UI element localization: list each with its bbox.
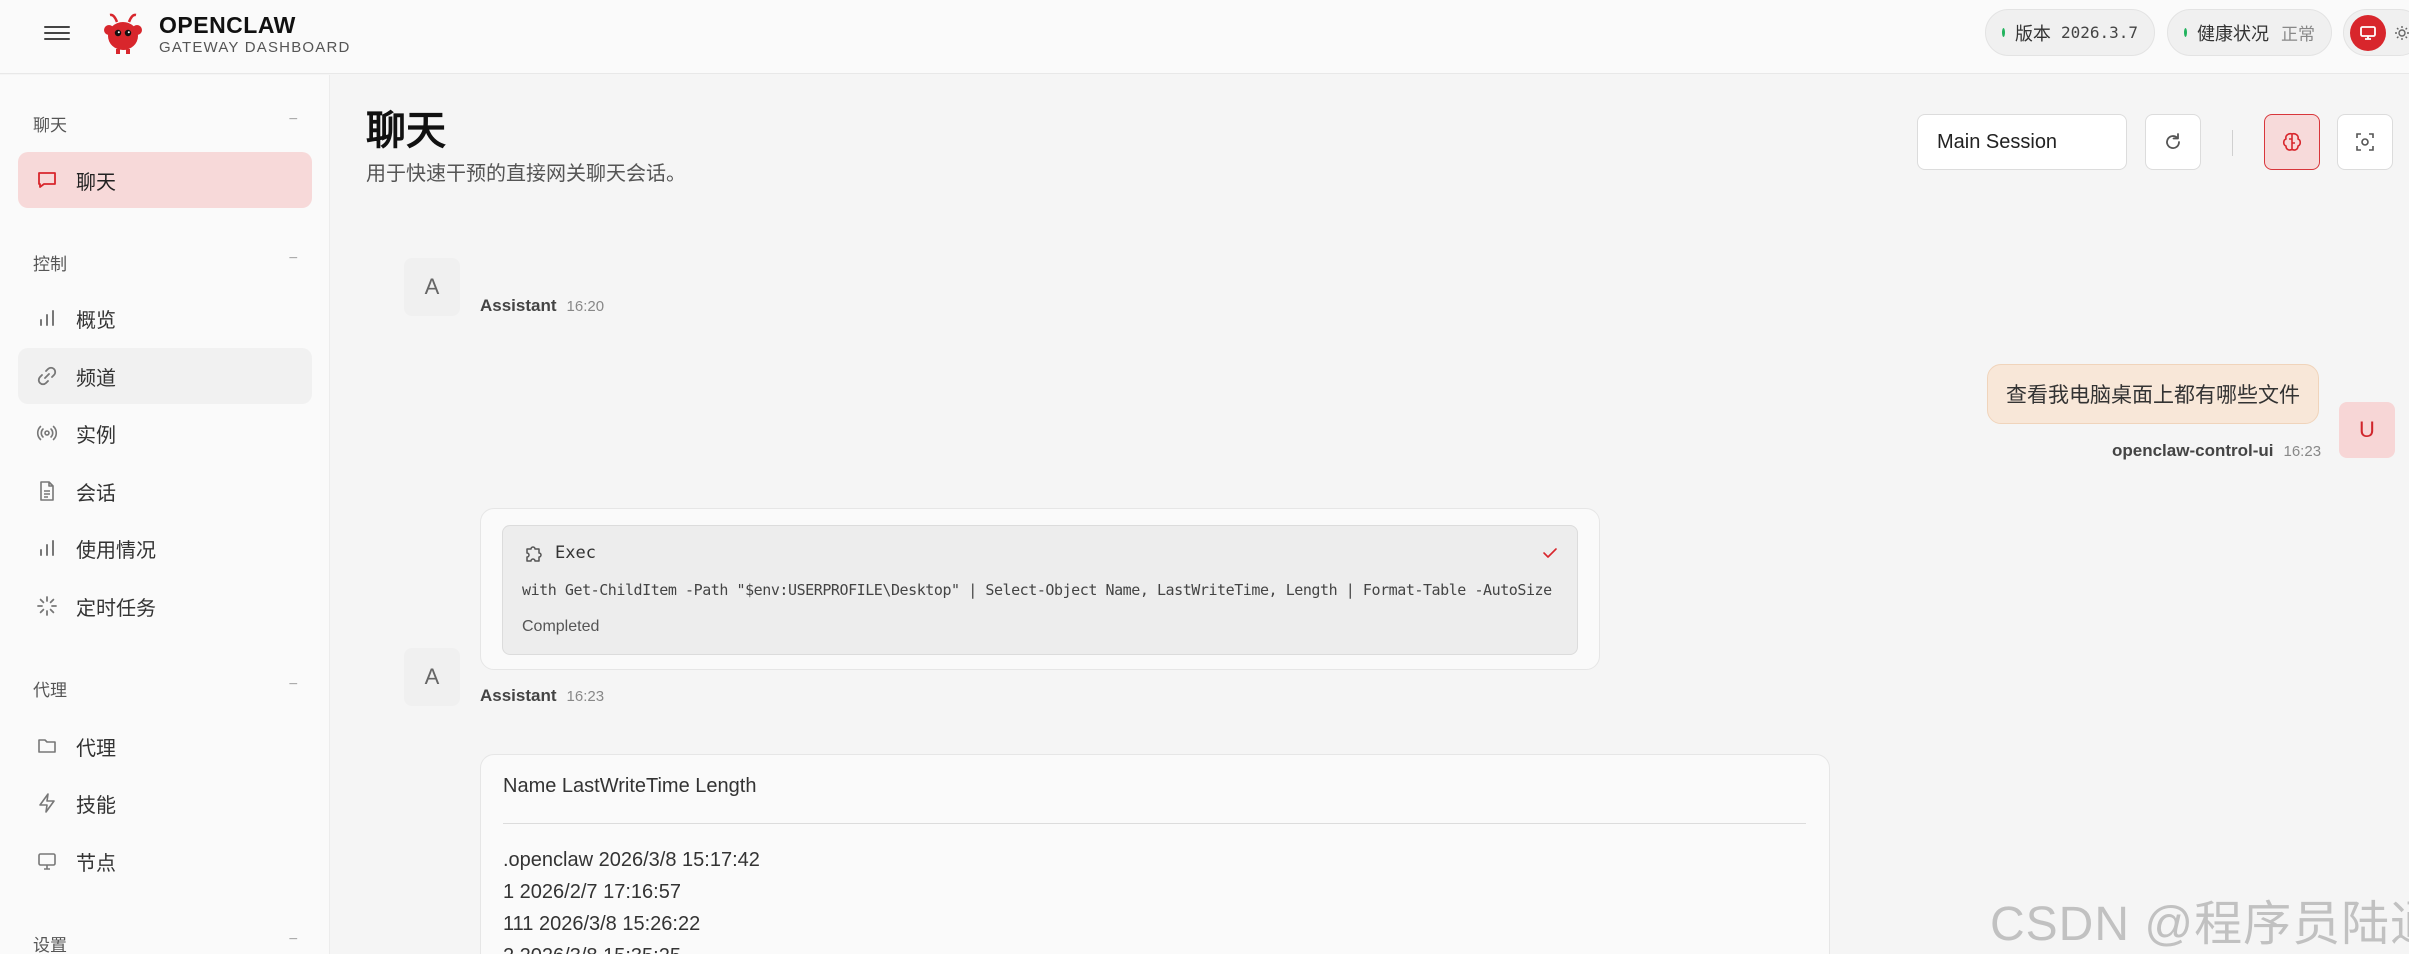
brand-name: OPENCLAW bbox=[159, 12, 296, 38]
message-author: Assistant bbox=[480, 296, 557, 315]
sidebar-item-sessions[interactable]: 会话 bbox=[18, 463, 312, 519]
bar-chart-icon bbox=[34, 535, 60, 561]
refresh-button[interactable] bbox=[2145, 114, 2201, 170]
sidebar-item-nodes[interactable]: 节点 bbox=[18, 833, 312, 889]
collapse-toggle[interactable]: − bbox=[289, 111, 298, 129]
sidebar-item-label: 会话 bbox=[76, 482, 116, 505]
message-time: 16:23 bbox=[2283, 443, 2322, 460]
sidebar-item-label: 节点 bbox=[76, 852, 116, 875]
focus-frame-icon bbox=[2356, 133, 2374, 151]
message-meta: Assistant 16:23 bbox=[480, 686, 604, 706]
sidebar-item-label: 概览 bbox=[76, 309, 116, 332]
health-pill: 健康状况 正常 bbox=[2167, 9, 2332, 56]
version-value: 2026.3.7 bbox=[2060, 23, 2138, 42]
result-divider bbox=[503, 823, 1806, 824]
section-title-chat: 聊天 − bbox=[33, 111, 298, 135]
result-row: 2 2026/3/8 15:35:25 bbox=[503, 945, 681, 954]
collapse-toggle[interactable]: − bbox=[289, 931, 298, 949]
sidebar-item-label: 聊天 bbox=[76, 171, 116, 194]
sidebar-item-agents[interactable]: 代理 bbox=[18, 718, 312, 774]
status-dot-icon bbox=[2184, 28, 2187, 37]
sidebar-item-instances[interactable]: 实例 bbox=[18, 405, 312, 461]
watermark: CSDN @程序员陆通 bbox=[1990, 898, 2409, 951]
collapse-toggle[interactable]: − bbox=[289, 676, 298, 694]
thinking-toggle-button[interactable] bbox=[2264, 114, 2320, 170]
assistant-result-card: Name LastWriteTime Length .openclaw 2026… bbox=[480, 754, 1830, 954]
page-subtitle: 用于快速干预的直接网关聊天会话。 bbox=[366, 163, 686, 185]
section-title-control: 控制 − bbox=[33, 250, 298, 274]
link-icon bbox=[34, 363, 60, 389]
section-title-settings: 设置 − bbox=[33, 931, 298, 954]
spinner-icon bbox=[34, 593, 60, 619]
sidebar-item-label: 使用情况 bbox=[76, 539, 156, 562]
result-row: .openclaw 2026/3/8 15:17:42 bbox=[503, 849, 760, 871]
brain-icon bbox=[2282, 132, 2302, 151]
tool-command: with Get-ChildItem -Path "$env:USERPROFI… bbox=[522, 581, 1552, 599]
sidebar-item-skills[interactable]: 技能 bbox=[18, 775, 312, 831]
monitor-alert-icon[interactable] bbox=[2350, 14, 2386, 51]
health-value: 正常 bbox=[2281, 25, 2315, 44]
health-label: 健康状况 bbox=[2197, 23, 2269, 44]
folder-icon bbox=[34, 733, 60, 759]
result-row: 111 2026/3/8 15:26:22 bbox=[503, 913, 701, 935]
chat-bubble-icon bbox=[34, 167, 60, 193]
monitor-icon bbox=[34, 848, 60, 874]
focus-mode-button[interactable] bbox=[2337, 114, 2393, 170]
puzzle-icon bbox=[526, 546, 542, 562]
message-time: 16:23 bbox=[566, 688, 605, 705]
version-label: 版本 bbox=[2014, 23, 2051, 44]
sidebar-item-chat[interactable]: 聊天 bbox=[18, 152, 312, 208]
result-table-header: Name LastWriteTime Length bbox=[503, 775, 757, 797]
message-meta: Assistant 16:20 bbox=[480, 296, 604, 316]
check-icon bbox=[1543, 548, 1557, 558]
notification-pill[interactable] bbox=[2343, 9, 2409, 56]
sidebar-item-label: 技能 bbox=[76, 794, 116, 817]
sidebar-item-channels[interactable]: 频道 bbox=[18, 348, 312, 404]
sun-icon[interactable] bbox=[2394, 25, 2409, 41]
sidebar-item-label: 代理 bbox=[76, 737, 116, 760]
sidebar-item-label: 频道 bbox=[76, 367, 116, 390]
hamburger-menu-icon[interactable] bbox=[44, 22, 70, 48]
top-bar: OPENCLAW GATEWAY DASHBOARD 版本 2026.3.7 健… bbox=[0, 0, 2409, 74]
assistant-avatar: A bbox=[404, 258, 460, 316]
user-message-bubble: 查看我电脑桌面上都有哪些文件 bbox=[1987, 364, 2319, 424]
openclaw-logo bbox=[104, 13, 142, 54]
section-title-agents: 代理 − bbox=[33, 676, 298, 700]
sidebar-item-usage[interactable]: 使用情况 bbox=[18, 520, 312, 576]
assistant-avatar: A bbox=[404, 648, 460, 706]
brand-subtitle: GATEWAY DASHBOARD bbox=[159, 39, 351, 56]
page-title: 聊天 bbox=[366, 109, 446, 153]
user-avatar: U bbox=[2339, 402, 2395, 458]
sidebar: 聊天 − 聊天 控制 − 概览 频道 实例 会话 使用情况 定时任务 代理 − … bbox=[0, 75, 330, 954]
version-pill: 版本 2026.3.7 bbox=[1985, 9, 2155, 56]
sidebar-item-label: 实例 bbox=[76, 424, 116, 447]
message-author: Assistant bbox=[480, 686, 557, 705]
tool-status: Completed bbox=[522, 618, 600, 635]
user-message-meta: openclaw-control-ui 16:23 bbox=[2112, 441, 2321, 461]
sidebar-item-label: 定时任务 bbox=[76, 597, 156, 620]
refresh-icon bbox=[2166, 133, 2180, 149]
sidebar-item-overview[interactable]: 概览 bbox=[18, 290, 312, 346]
broadcast-icon bbox=[34, 420, 60, 446]
document-icon bbox=[34, 478, 60, 504]
tool-name: Exec bbox=[555, 543, 596, 563]
message-time: 16:20 bbox=[566, 298, 605, 315]
toolbar-divider bbox=[2232, 130, 2233, 156]
session-select[interactable]: Main Session bbox=[1917, 114, 2127, 170]
tool-call-card: Exec with Get-ChildItem -Path "$env:USER… bbox=[480, 508, 1600, 670]
bar-chart-icon bbox=[34, 305, 60, 331]
bolt-icon bbox=[34, 790, 60, 816]
sidebar-item-scheduled-tasks[interactable]: 定时任务 bbox=[18, 578, 312, 634]
status-dot-icon bbox=[2002, 28, 2005, 37]
collapse-toggle[interactable]: − bbox=[289, 250, 298, 268]
tool-call-body[interactable]: Exec with Get-ChildItem -Path "$env:USER… bbox=[502, 525, 1578, 655]
message-author: openclaw-control-ui bbox=[2112, 441, 2274, 460]
result-row: 1 2026/2/7 17:16:57 bbox=[503, 881, 681, 903]
